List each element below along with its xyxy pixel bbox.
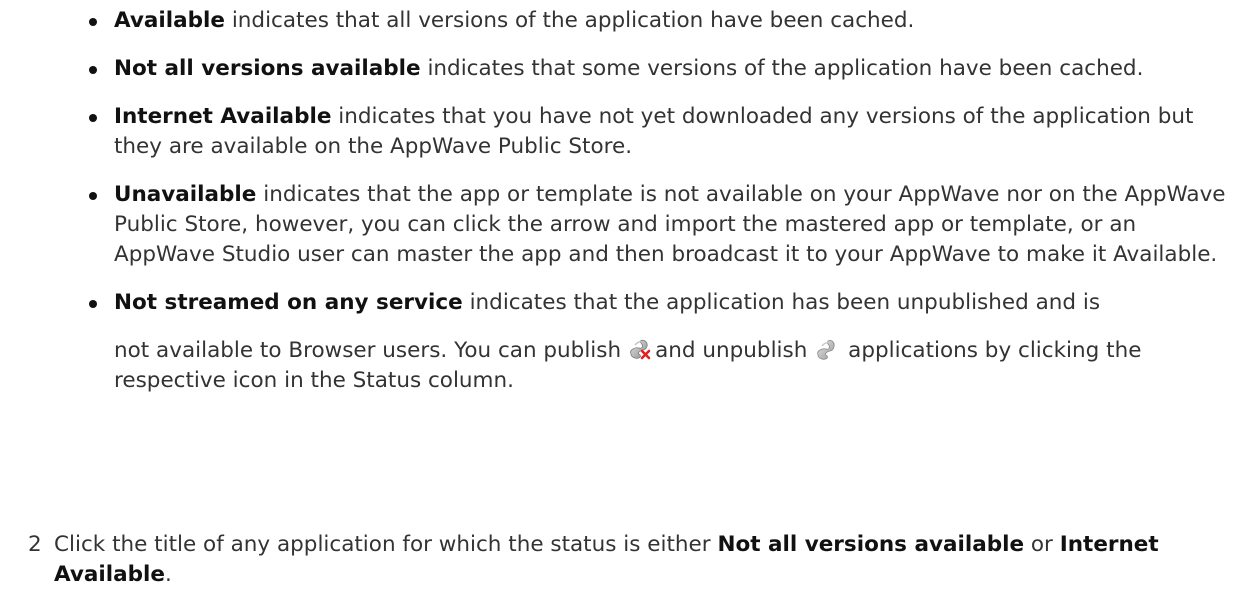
bullet-term: Unavailable [114,182,257,207]
step-text-part: Click the title of any application for w… [54,532,718,557]
bullet-dot [89,300,97,308]
bullet-continuation: not available to Browser users. You can … [114,336,1238,396]
bullet-text: and unpublish [655,338,808,363]
bullet-dot [89,192,97,200]
bullet-internet-available: Internet Available indicates that you ha… [88,102,1238,162]
bullet-term: Not streamed on any service [114,290,463,315]
bullet-dot [89,66,97,74]
unpublish-icon [813,337,839,361]
step-term: Not all versions available [717,532,1025,557]
bullet-term: Available [114,8,225,33]
bullet-text: not available to Browser users. You can … [114,338,622,363]
bullet-dot [89,114,97,122]
bullet-text: indicates that the application has been … [462,290,1101,315]
bullet-not-all-versions: Not all versions available indicates tha… [88,54,1238,84]
bullet-dot [89,18,97,26]
bullet-unavailable: Unavailable indicates that the app or te… [88,180,1238,270]
bullet-term: Not all versions available [114,56,421,81]
publish-icon [627,337,653,361]
step-text-part: or [1024,532,1060,557]
step-2: 2 Click the title of any application for… [28,530,1228,590]
bullet-text: indicates that all versions of the appli… [225,8,915,33]
bullet-available: Available indicates that all versions of… [88,6,1238,36]
step-number: 2 [28,532,42,557]
bullet-term: Internet Available [114,104,332,129]
status-bullet-list: Available indicates that all versions of… [88,6,1238,414]
bullet-text: indicates that some versions of the appl… [420,56,1144,81]
bullet-not-streamed: Not streamed on any service indicates th… [88,288,1238,396]
step-text-part: . [165,562,172,587]
bullet-text: indicates that the app or template is no… [114,182,1226,267]
step-text: Click the title of any application for w… [54,530,1228,590]
